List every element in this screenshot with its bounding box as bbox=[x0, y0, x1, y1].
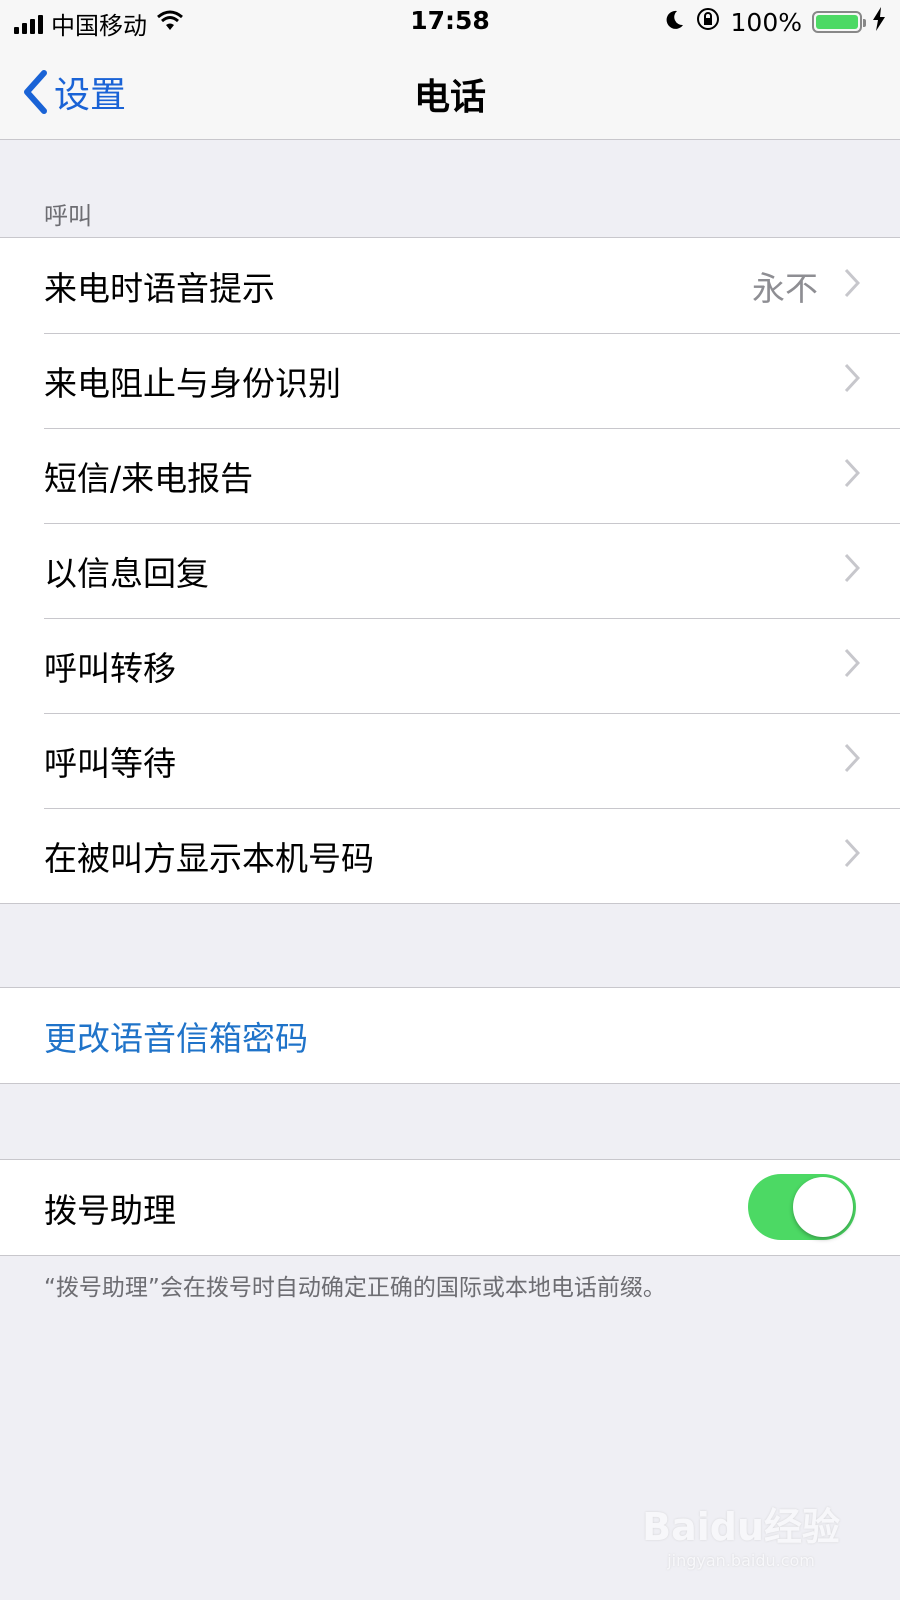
row-label: 呼叫等待 bbox=[44, 743, 176, 783]
dial-assist-footer: “拨号助理”会在拨号时自动确定正确的国际或本地电话前缀。 bbox=[44, 1275, 666, 1301]
chevron-right-icon bbox=[844, 458, 860, 488]
battery-percent: 100% bbox=[730, 7, 802, 37]
chevron-right-icon bbox=[844, 553, 860, 583]
row-value: 永不 bbox=[752, 268, 818, 308]
page-title: 电话 bbox=[413, 77, 486, 118]
row-call-waiting[interactable]: 呼叫等待 bbox=[0, 713, 900, 808]
row-label: 来电时语音提示 bbox=[44, 268, 275, 308]
row-label: 以信息回复 bbox=[44, 553, 209, 593]
row-incoming-call-announce[interactable]: 来电时语音提示 永不 bbox=[0, 238, 900, 333]
watermark-logo: Baidu经验 jingyan.baidu.com bbox=[642, 1496, 840, 1570]
row-call-forwarding[interactable]: 呼叫转移 bbox=[0, 618, 900, 713]
battery-icon bbox=[812, 11, 866, 33]
chevron-right-icon bbox=[844, 268, 860, 298]
rotation-lock-icon bbox=[695, 6, 721, 38]
row-sms-call-report[interactable]: 短信/来电报告 bbox=[0, 428, 900, 523]
battery-fill bbox=[816, 15, 858, 29]
row-label: 在被叫方显示本机号码 bbox=[44, 838, 374, 878]
chevron-right-icon bbox=[844, 648, 860, 678]
change-voicemail-password-button[interactable]: 更改语音信箱密码 bbox=[0, 988, 900, 1083]
chevron-right-icon bbox=[844, 838, 860, 868]
section-header-calling: 呼叫 bbox=[44, 202, 92, 230]
row-show-caller-id[interactable]: 在被叫方显示本机号码 bbox=[0, 808, 900, 903]
status-right: 100% bbox=[665, 6, 886, 38]
row-label: 呼叫转移 bbox=[44, 648, 176, 688]
dial-assist-group: 拨号助理 bbox=[0, 1159, 900, 1256]
calling-group: 来电时语音提示 永不 来电阻止与身份识别 短信/来电报告 以信息回复 呼叫转移 … bbox=[0, 237, 900, 904]
watermark-sub: jingyan.baidu.com bbox=[667, 1551, 815, 1570]
navigation-bar: 设置 电话 bbox=[0, 44, 900, 140]
voicemail-group: 更改语音信箱密码 bbox=[0, 987, 900, 1084]
row-call-blocking[interactable]: 来电阻止与身份识别 bbox=[0, 333, 900, 428]
dial-assist-toggle[interactable] bbox=[748, 1174, 856, 1240]
charging-icon bbox=[872, 7, 886, 37]
watermark-main: Baidu经验 bbox=[642, 1505, 840, 1549]
row-label: 更改语音信箱密码 bbox=[44, 1018, 308, 1058]
moon-icon bbox=[665, 8, 685, 37]
row-label: 短信/来电报告 bbox=[44, 458, 254, 498]
chevron-right-icon bbox=[844, 743, 860, 773]
row-dial-assist: 拨号助理 bbox=[0, 1160, 900, 1255]
row-label: 拨号助理 bbox=[44, 1190, 176, 1230]
row-respond-with-text[interactable]: 以信息回复 bbox=[0, 523, 900, 618]
status-bar: 中国移动 17:58 100% bbox=[0, 0, 900, 44]
chevron-right-icon bbox=[844, 363, 860, 393]
toggle-knob bbox=[793, 1177, 853, 1237]
row-label: 来电阻止与身份识别 bbox=[44, 363, 341, 403]
